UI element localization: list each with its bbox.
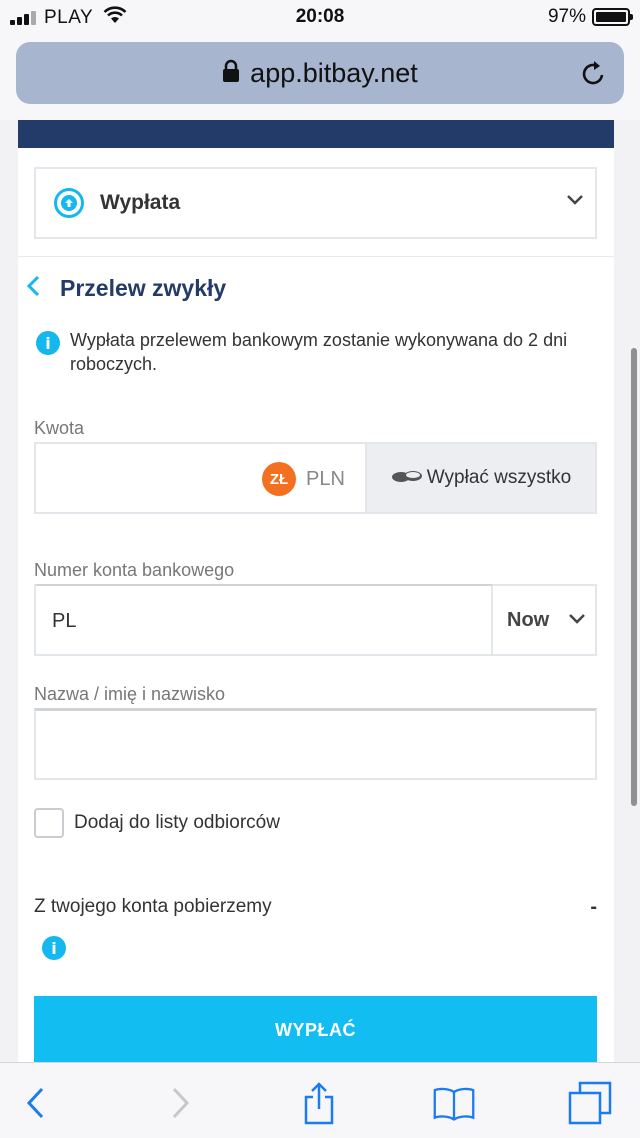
withdraw-button-label: WYPŁAĆ — [275, 1020, 356, 1040]
add-recipient-row[interactable]: Dodaj do listy odbiorców — [34, 808, 280, 838]
fee-row: Z twojego konta pobierzemy - — [34, 896, 597, 919]
url-text: app.bitbay.net — [250, 57, 418, 88]
amount-field: ZŁ PLN Wypłać wszystko — [34, 442, 597, 514]
tabs-icon[interactable] — [568, 1081, 612, 1125]
operation-select-label: Wypłata — [100, 191, 181, 214]
withdraw-button[interactable]: WYPŁAĆ — [34, 996, 597, 1062]
status-bar: PLAY 20:08 97% — [0, 0, 640, 36]
account-number-value: PL — [52, 610, 77, 632]
account-select-label: Now — [507, 608, 550, 631]
lock-icon — [222, 59, 240, 88]
clock: 20:08 — [295, 6, 345, 27]
status-right: 97% — [547, 6, 633, 28]
page-scrollbar[interactable] — [631, 348, 637, 806]
zloty-currency-icon: ZŁ — [262, 462, 296, 496]
chevron-down-icon — [565, 193, 585, 212]
forward-icon[interactable] — [158, 1081, 202, 1125]
withdrawal-panel: Wypłata Przelew zwykły i Wypłata przelew… — [18, 120, 614, 1062]
battery-icon — [592, 8, 633, 26]
account-select[interactable]: Now — [493, 586, 595, 654]
currency-code: PLN — [306, 468, 345, 490]
info-icon: i — [36, 331, 60, 355]
back-chevron-icon[interactable] — [24, 274, 42, 303]
upload-icon — [54, 188, 84, 218]
panel-header-bar — [18, 120, 614, 148]
info-text: Wypłata przelewem bankowym zostanie wyko… — [70, 330, 568, 374]
add-recipient-label: Dodaj do listy odbiorców — [74, 812, 280, 833]
share-icon[interactable] — [297, 1081, 341, 1125]
amount-input[interactable]: ZŁ PLN — [36, 444, 367, 512]
divider — [18, 256, 614, 257]
bookmarks-icon[interactable] — [432, 1081, 476, 1125]
withdraw-all-button[interactable]: Wypłać wszystko — [367, 444, 595, 512]
account-number-field: PL Now — [34, 584, 597, 656]
info-notice: i Wypłata przelewem bankowym zostanie wy… — [36, 328, 596, 376]
coins-icon — [391, 468, 423, 489]
account-number-input[interactable]: PL — [36, 584, 493, 654]
browser-toolbar — [0, 1062, 640, 1138]
operation-select[interactable]: Wypłata — [34, 167, 597, 239]
back-icon[interactable] — [14, 1081, 58, 1125]
browser-address-area: app.bitbay.net — [0, 36, 640, 120]
reload-icon[interactable] — [580, 58, 608, 93]
address-bar[interactable]: app.bitbay.net — [16, 42, 624, 104]
withdraw-all-label: Wypłać wszystko — [426, 467, 572, 488]
account-number-label: Numer konta bankowego — [34, 560, 235, 580]
fee-label: Z twojego konta pobierzemy — [34, 896, 272, 917]
amount-label: Kwota — [34, 418, 85, 438]
fee-value: - — [590, 896, 597, 918]
battery-percentage: 97% — [547, 6, 586, 27]
add-recipient-checkbox[interactable] — [34, 808, 64, 838]
chevron-down-icon — [569, 614, 585, 624]
name-label: Nazwa / imię i nazwisko — [34, 684, 226, 704]
method-title: Przelew zwykły — [60, 274, 227, 301]
name-input[interactable] — [34, 708, 597, 780]
method-header: Przelew zwykły — [24, 270, 226, 306]
fee-info-icon[interactable]: i — [42, 936, 66, 960]
